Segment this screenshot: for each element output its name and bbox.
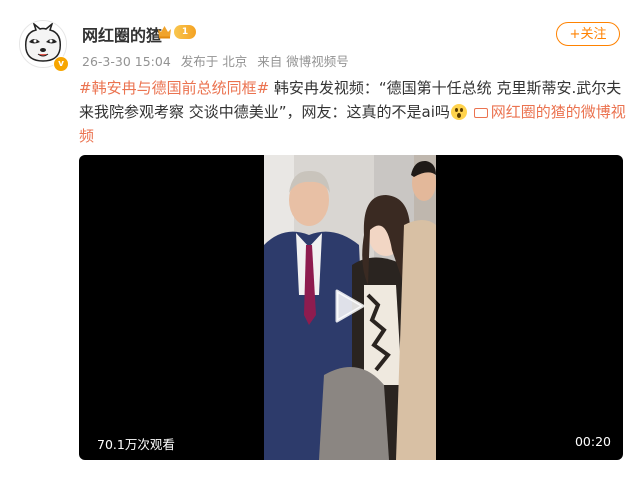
post-source: 来自 微博视频号 [257,54,349,69]
video-player[interactable]: 70.1万次观看 00:20 [79,155,623,460]
video-camera-icon [473,108,488,118]
follow-button[interactable]: +关注 [556,22,620,46]
crown-icon [158,26,171,39]
hashtag-link[interactable]: #韩安冉与德国前总统同框# [79,79,269,97]
post-text: #韩安冉与德国前总统同框# 韩安冉发视频：“德国第十任总统 克里斯蒂安.武尔夫来… [79,76,627,148]
post-date[interactable]: 26-3-30 15:04 [82,54,171,69]
video-duration: 00:20 [574,434,611,449]
post-meta: 26-3-30 15:04 发布于 北京 来自 微博视频号 [82,51,355,70]
user-level-badge: 1 [174,25,196,39]
surprised-emoji-icon [450,104,467,120]
play-icon[interactable] [334,288,366,324]
view-count: 70.1万次观看 [97,437,175,452]
verified-badge-icon: v [53,56,69,72]
username[interactable]: 网红圈的猹 [82,22,162,46]
post-location: 发布于 北京 [180,54,248,69]
